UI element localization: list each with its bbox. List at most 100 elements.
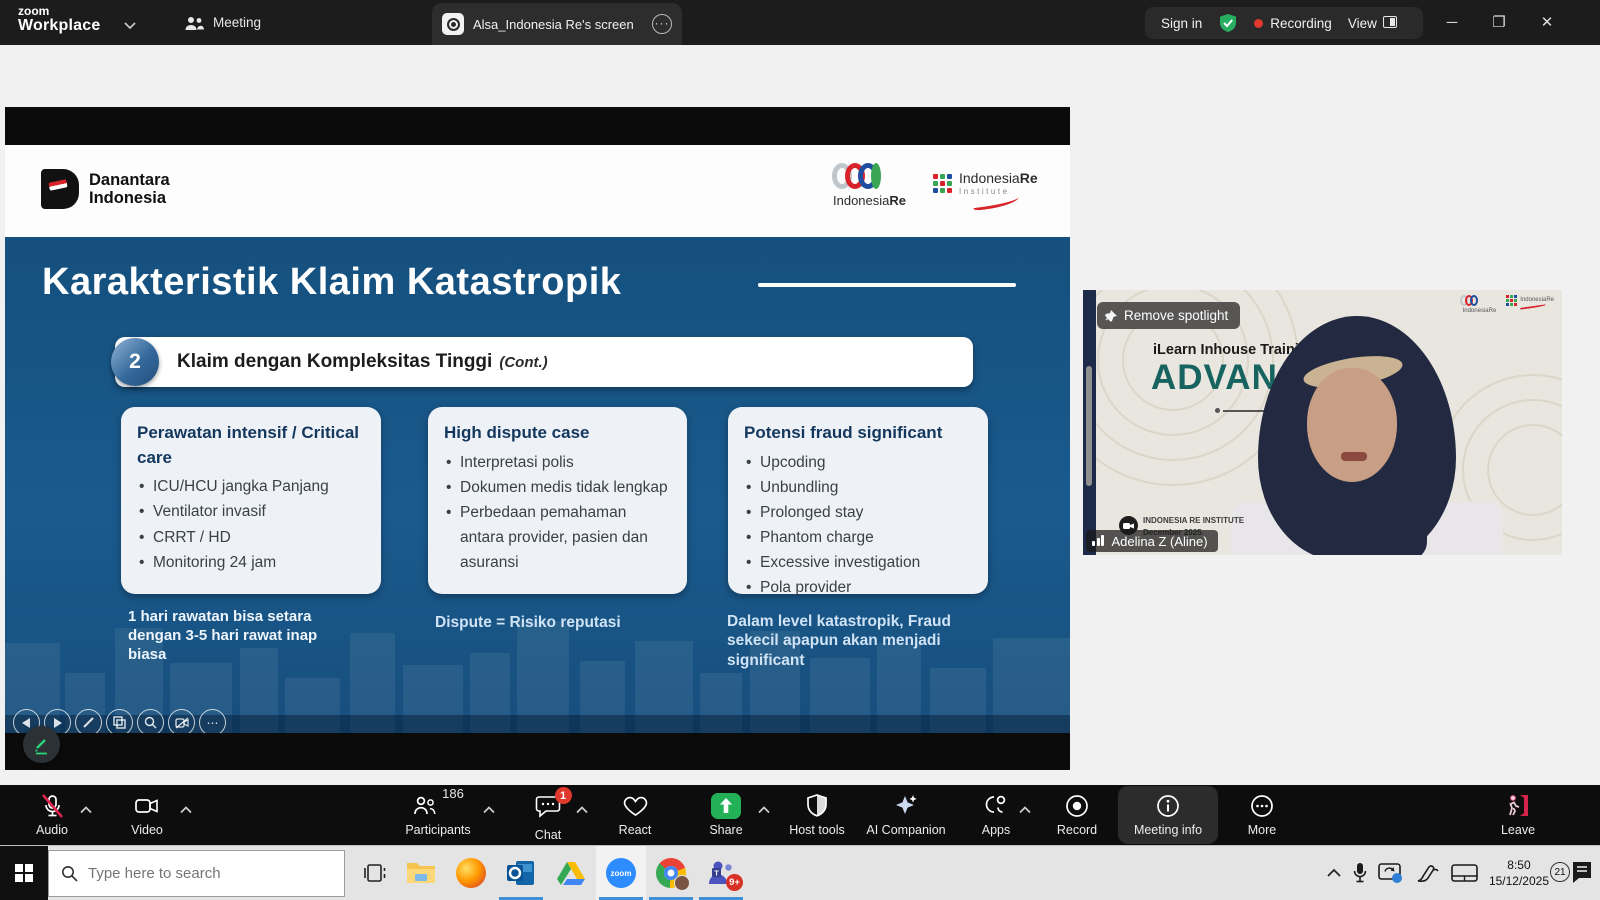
video-button[interactable]: Video bbox=[117, 785, 177, 845]
titlebar-status-group: Sign in Recording View bbox=[1145, 7, 1423, 39]
host-tools-button[interactable]: Host tools bbox=[777, 785, 857, 845]
bullet-item: Monitoring 24 jam bbox=[137, 550, 365, 575]
outlook-button[interactable] bbox=[496, 846, 546, 900]
more-button[interactable]: More bbox=[1232, 785, 1292, 845]
react-button[interactable]: React bbox=[605, 785, 665, 845]
bullet-item: Ventilator invasif bbox=[137, 499, 365, 524]
heart-icon bbox=[622, 793, 649, 819]
participant-name: Adelina Z (Aline) bbox=[1112, 534, 1208, 549]
tray-mic-icon[interactable] bbox=[1353, 862, 1367, 884]
participants-options-chevron[interactable] bbox=[482, 803, 496, 817]
annotate-pencil-button[interactable] bbox=[23, 726, 60, 763]
share-button[interactable]: Share bbox=[696, 785, 756, 845]
audio-button[interactable]: Audio bbox=[22, 785, 82, 845]
svg-text:T: T bbox=[714, 869, 719, 878]
video-options-chevron[interactable] bbox=[179, 803, 193, 817]
chrome-profile-avatar bbox=[674, 875, 690, 891]
mini-logo-label: IndonesiaRe bbox=[1463, 308, 1497, 314]
tab-meeting[interactable]: Meeting bbox=[170, 0, 275, 45]
zoom-workplace-logo: zoom Workplace bbox=[18, 5, 100, 34]
chat-options-chevron[interactable] bbox=[575, 803, 589, 817]
firefox-button[interactable] bbox=[446, 846, 496, 900]
ring-green-icon bbox=[871, 163, 881, 189]
mini-swoosh-icon bbox=[1520, 304, 1546, 310]
bullet-item: Upcoding bbox=[744, 450, 972, 475]
section-banner-cont: (Cont.) bbox=[499, 354, 547, 371]
chat-button[interactable]: 1 Chat bbox=[518, 785, 578, 845]
app-titlebar: zoom Workplace Meeting Alsa_Indonesia Re… bbox=[0, 0, 1600, 45]
audio-options-chevron[interactable] bbox=[79, 803, 93, 817]
google-drive-button[interactable] bbox=[546, 846, 596, 900]
shield-icon bbox=[804, 793, 830, 819]
signal-bars-icon bbox=[1092, 534, 1106, 549]
close-button[interactable]: ✕ bbox=[1532, 8, 1562, 36]
slides-overview-icon bbox=[106, 709, 133, 733]
bullet-item: Perbedaan pemahaman antara provider, pas… bbox=[444, 500, 671, 575]
participant-name-label: Adelina Z (Aline) bbox=[1086, 530, 1218, 552]
video-bg-logos: IndonesiaRe IndonesiaRe bbox=[1463, 295, 1554, 314]
participant-video-tile[interactable]: iLearn Inhouse Training ADVANC Life Indo… bbox=[1083, 290, 1562, 555]
bullet-item: ICU/HCU jangka Panjang bbox=[137, 474, 365, 499]
participants-button[interactable]: 186 Participants bbox=[392, 785, 484, 845]
bullet-item: Phantom charge bbox=[744, 525, 972, 550]
section-number-badge: 2 bbox=[111, 338, 159, 386]
task-view-icon bbox=[364, 862, 390, 884]
participants-count: 186 bbox=[442, 786, 464, 801]
magnifier-icon bbox=[137, 709, 164, 733]
apps-button[interactable]: Apps bbox=[966, 785, 1026, 845]
logo-re-text-a: Indonesia bbox=[833, 193, 889, 208]
bullet-item: Dokumen medis tidak lengkap bbox=[444, 475, 671, 500]
bullet-item: Pola provider bbox=[744, 575, 972, 600]
zoom-app-button[interactable]: zoom bbox=[596, 846, 646, 900]
indonesiare-logo: IndonesiaRe bbox=[833, 163, 906, 208]
sign-in-button[interactable]: Sign in bbox=[1161, 16, 1202, 31]
slide-title: Karakteristik Klaim Katastropik bbox=[42, 261, 621, 304]
notification-center-button[interactable]: 21 bbox=[1560, 858, 1594, 888]
file-explorer-icon bbox=[406, 860, 436, 886]
tab-options-ellipsis-icon[interactable]: ··· bbox=[652, 14, 672, 34]
view-button[interactable]: View bbox=[1348, 16, 1397, 31]
teams-unread-badge: 9+ bbox=[726, 874, 743, 891]
share-options-chevron[interactable] bbox=[757, 803, 771, 817]
teams-button[interactable]: T 9+ bbox=[696, 846, 746, 900]
taskbar-search[interactable] bbox=[48, 850, 345, 897]
meeting-info-button[interactable]: Meeting info bbox=[1122, 785, 1214, 845]
zoom-toolbar: Audio Video 186 Participants bbox=[0, 785, 1600, 845]
security-shield-icon[interactable] bbox=[1218, 13, 1238, 33]
indonesiare-institute-logo: IndonesiaRe Institute bbox=[933, 171, 1038, 208]
tray-chevron-up-icon[interactable] bbox=[1326, 868, 1342, 878]
start-button[interactable] bbox=[0, 846, 48, 900]
taskbar-clock[interactable]: 8:50 15/12/2025 bbox=[1489, 857, 1549, 889]
bg-dot bbox=[1215, 408, 1220, 413]
file-explorer-button[interactable] bbox=[396, 846, 446, 900]
outlook-icon bbox=[506, 859, 536, 887]
section-banner: 2 Klaim dengan Kompleksitas Tinggi (Cont… bbox=[115, 337, 973, 387]
task-view-button[interactable] bbox=[352, 846, 402, 900]
panel-drag-handle[interactable] bbox=[1086, 366, 1092, 486]
caption-dispute: Dispute = Risiko reputasi bbox=[435, 613, 685, 632]
recording-label: Recording bbox=[1270, 16, 1332, 31]
google-drive-icon bbox=[557, 860, 585, 886]
camera-icon bbox=[133, 793, 161, 819]
tab-shared-screen[interactable]: Alsa_Indonesia Re's screen ··· bbox=[432, 3, 682, 45]
record-button[interactable]: Record bbox=[1042, 785, 1112, 845]
chrome-button[interactable] bbox=[646, 846, 696, 900]
tray-screenshot-icon[interactable] bbox=[1378, 862, 1404, 884]
leave-button[interactable]: Leave bbox=[1483, 785, 1553, 845]
chat-unread-badge: 1 bbox=[555, 787, 572, 804]
minimize-button[interactable]: ─ bbox=[1437, 8, 1467, 36]
maximize-button[interactable]: ❐ bbox=[1484, 8, 1514, 36]
tray-pen-icon[interactable] bbox=[1415, 862, 1440, 884]
search-icon bbox=[61, 865, 78, 882]
search-input[interactable] bbox=[88, 865, 318, 882]
person-hijab-drape bbox=[1309, 486, 1427, 555]
bullet-item: Unbundling bbox=[744, 475, 972, 500]
remove-spotlight-button[interactable]: Remove spotlight bbox=[1097, 302, 1240, 329]
apps-options-chevron[interactable] bbox=[1018, 803, 1032, 817]
mini-logo-label: IndonesiaRe bbox=[1520, 297, 1554, 303]
workspace-chevron-down-icon[interactable] bbox=[124, 17, 136, 35]
title-divider-line bbox=[758, 283, 1016, 287]
bullet-item: Excessive investigation bbox=[744, 550, 972, 575]
ai-companion-button[interactable]: AI Companion bbox=[856, 785, 956, 845]
tray-touchpad-icon[interactable] bbox=[1451, 863, 1478, 883]
